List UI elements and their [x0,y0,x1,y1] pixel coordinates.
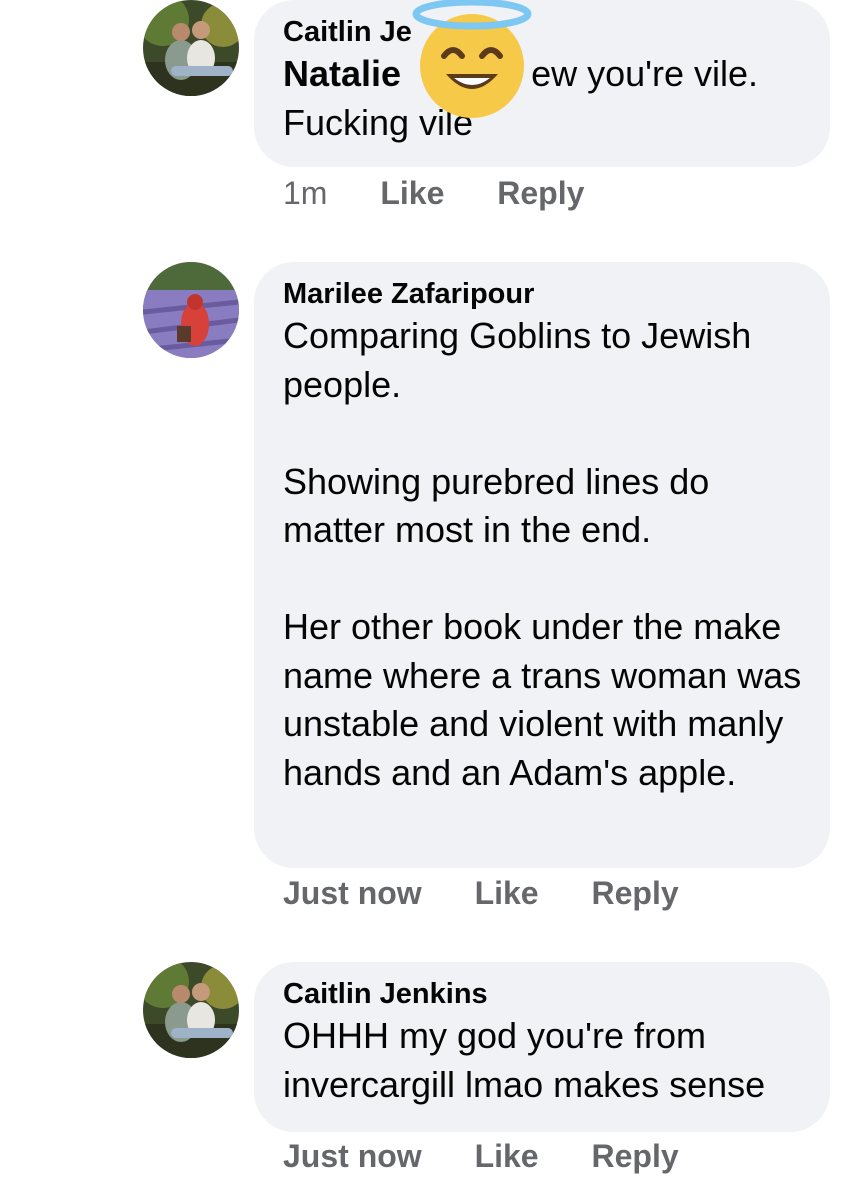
like-button[interactable]: Like [475,1138,539,1175]
timestamp[interactable]: 1m [283,175,327,212]
comment-text: Natalie ew you're vile. Fucking vile [283,50,802,147]
lavender-field-avatar-icon [143,262,239,358]
comment-bubble: Caitlin Je Natalie ew you're vile. Fuckin… [254,0,830,167]
timestamp[interactable]: Just now [283,1138,422,1175]
comment-actions: 1m Like Reply [283,175,628,212]
timestamp[interactable]: Just now [283,875,422,912]
reply-button[interactable]: Reply [591,875,678,912]
comment-actions: Just now Like Reply [283,1138,723,1175]
reply-button[interactable]: Reply [497,175,584,212]
comment-text-line: ew you're vile. [531,53,759,94]
mention-tag[interactable]: Natalie [283,53,401,94]
like-button[interactable]: Like [380,175,444,212]
comment-paragraph: Showing purebred lines do matter most in… [283,460,710,551]
comment-paragraph: Her other book under the make name where… [283,606,802,793]
comment-text-line: Fucking vile [283,101,474,143]
reply-button[interactable]: Reply [591,1138,678,1175]
avatar[interactable] [143,962,239,1058]
smiling-face-with-halo-icon [410,0,534,120]
comment-author[interactable]: Caitlin Jenkins [283,976,802,1012]
comment-text: Comparing Goblins to Jewish people. Show… [283,312,802,797]
comment-bubble: Marilee Zafaripour Comparing Goblins to … [254,262,830,868]
avatar[interactable] [143,262,239,358]
comment-actions: Just now Like Reply [283,875,723,912]
comment-bubble: Caitlin Jenkins OHHH my god you're from … [254,962,830,1132]
comment-author[interactable]: Caitlin Je [283,14,802,50]
comment-paragraph: Comparing Goblins to Jewish people. [283,315,752,405]
comment-text: OHHH my god you're from invercargill lma… [283,1015,766,1105]
avatar[interactable] [143,0,239,96]
couple-photo-avatar-icon [143,962,239,1058]
like-button[interactable]: Like [475,875,539,912]
comment-author[interactable]: Marilee Zafaripour [283,276,802,312]
couple-photo-avatar-icon [143,0,239,96]
